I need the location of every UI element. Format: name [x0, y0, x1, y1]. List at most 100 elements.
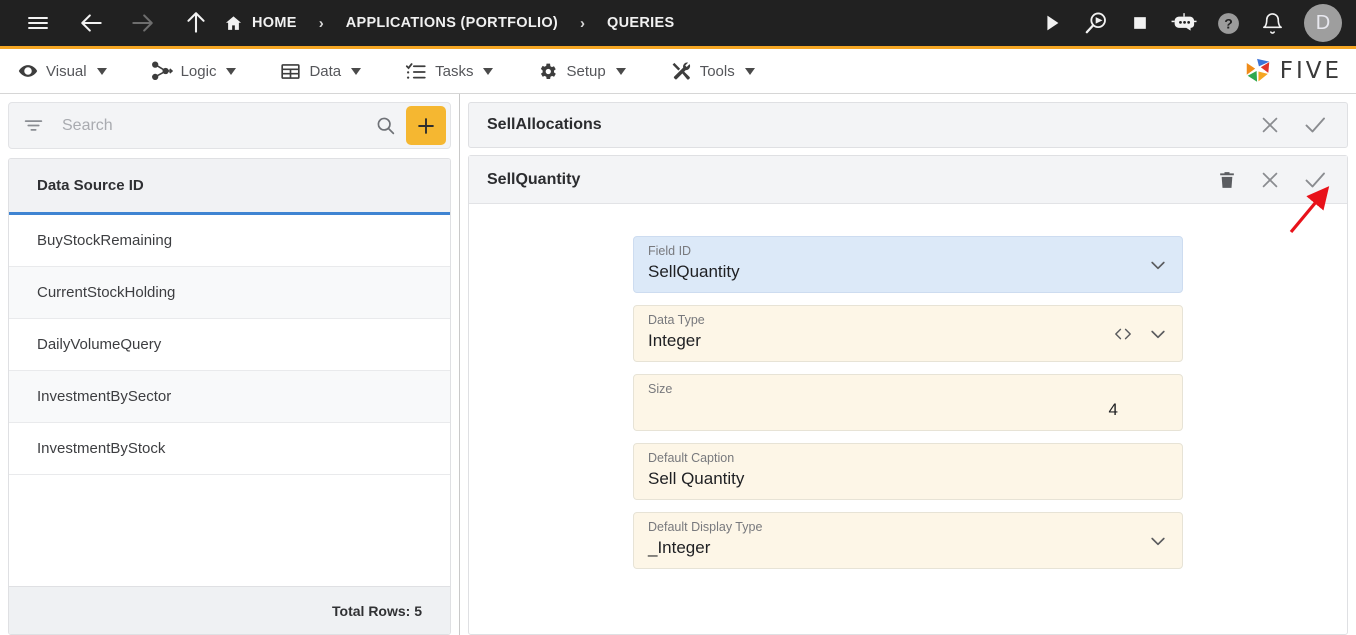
chevron-down-icon[interactable] — [1148, 255, 1168, 275]
filter-icon[interactable] — [23, 115, 44, 136]
default-caption-value: Sell Quantity — [648, 469, 745, 488]
size-label: Size — [648, 382, 673, 396]
menu-setup[interactable]: Setup — [537, 61, 647, 82]
tools-icon — [670, 61, 692, 82]
search-bar — [8, 102, 451, 149]
arrow-up-icon[interactable] — [176, 3, 216, 43]
node-graph-icon — [151, 61, 173, 81]
menu-logic-label: Logic — [180, 62, 217, 80]
breadcrumb-home[interactable]: HOME — [224, 14, 297, 33]
close-icon[interactable] — [1259, 169, 1281, 191]
size-value: 4 — [1108, 400, 1118, 419]
table-row[interactable]: InvestmentByStock — [9, 423, 450, 475]
menu-logic[interactable]: Logic — [151, 61, 259, 81]
menu-tools-label: Tools — [699, 62, 735, 80]
notifications-icon[interactable] — [1252, 3, 1292, 43]
sellallocations-title: SellAllocations — [487, 116, 602, 133]
data-source-list-panel: Data Source ID BuyStockRemaining Current… — [0, 94, 460, 635]
code-brackets-icon[interactable] — [1112, 325, 1134, 343]
default-display-type-adornments — [1148, 531, 1168, 551]
chevron-down-icon — [483, 67, 494, 75]
chevron-down-icon[interactable] — [1148, 324, 1168, 344]
data-type-label: Data Type — [648, 313, 705, 327]
svg-text:?: ? — [1224, 15, 1233, 31]
row-label: CurrentStockHolding — [37, 284, 176, 301]
size-input[interactable]: Size 4 — [633, 374, 1183, 431]
grid-footer: Total Rows: 5 — [9, 586, 450, 634]
data-type-input[interactable]: Data Type Integer — [633, 305, 1183, 362]
field-id-value: SellQuantity — [648, 262, 740, 281]
trash-icon[interactable] — [1217, 169, 1237, 191]
search-icon[interactable] — [365, 115, 406, 136]
table-row[interactable]: BuyStockRemaining — [9, 215, 450, 267]
search-input[interactable] — [44, 116, 365, 135]
menu-tasks-label: Tasks — [435, 62, 474, 80]
inner-confirm-check-icon[interactable] — [1303, 168, 1327, 192]
breadcrumb-separator: › — [318, 14, 324, 32]
menu-data-label: Data — [309, 62, 342, 80]
chevron-down-icon[interactable] — [1148, 531, 1168, 551]
menu-data[interactable]: Data — [280, 61, 383, 82]
main-content-area: Data Source ID BuyStockRemaining Current… — [0, 94, 1356, 635]
close-icon[interactable] — [1259, 114, 1281, 136]
detail-panel: SellAllocations SellQuantity Field ID Se… — [460, 94, 1356, 635]
arrow-left-icon[interactable] — [72, 3, 112, 43]
row-label: DailyVolumeQuery — [37, 336, 162, 353]
stop-icon[interactable] — [1120, 3, 1160, 43]
column-header-data-source-id: Data Source ID — [37, 177, 144, 194]
topbar-left-group: HOME › APPLICATIONS (PORTFOLIO) › QUERIE… — [18, 3, 674, 43]
menu-tools[interactable]: Tools — [670, 61, 777, 82]
add-record-button[interactable] — [406, 106, 446, 145]
chatbot-icon[interactable] — [1164, 3, 1204, 43]
breadcrumb-home-label: HOME — [252, 15, 297, 31]
table-icon — [280, 61, 301, 82]
sellallocations-header: SellAllocations — [468, 102, 1348, 148]
topbar-actions-group: ? D — [1032, 3, 1342, 43]
total-rows-label: Total Rows: 5 — [332, 602, 422, 619]
run-icon[interactable] — [1032, 3, 1072, 43]
field-id-adornments — [1148, 255, 1168, 275]
home-icon — [224, 14, 243, 33]
chevron-down-icon — [615, 67, 626, 75]
grid-header-row[interactable]: Data Source ID — [9, 159, 450, 215]
help-icon[interactable]: ? — [1208, 3, 1248, 43]
menu-visual[interactable]: Visual — [18, 61, 129, 81]
eye-icon — [18, 61, 38, 81]
field-id-label: Field ID — [648, 244, 692, 258]
avatar[interactable]: D — [1304, 4, 1342, 42]
field-form: Field ID SellQuantity Data Type Integer — [469, 204, 1347, 634]
default-display-type-label: Default Display Type — [648, 520, 763, 534]
data-type-value: Integer — [648, 331, 701, 350]
table-row[interactable]: InvestmentBySector — [9, 371, 450, 423]
default-display-type-input[interactable]: Default Display Type _Integer — [633, 512, 1183, 569]
hamburger-icon[interactable] — [18, 3, 58, 43]
checklist-icon — [405, 61, 427, 82]
sellquantity-card: SellQuantity Field ID SellQuantity Data … — [468, 155, 1348, 635]
breadcrumb-applications[interactable]: APPLICATIONS (PORTFOLIO) — [346, 15, 558, 31]
application-menu-bar: Visual Logic Data Tasks Setup Tools FIVE — [0, 46, 1356, 94]
data-type-adornments — [1112, 324, 1168, 344]
table-row[interactable]: DailyVolumeQuery — [9, 319, 450, 371]
breadcrumb-queries[interactable]: QUERIES — [607, 15, 674, 31]
sellquantity-header: SellQuantity — [469, 156, 1347, 204]
chevron-down-icon — [744, 67, 755, 75]
field-id-input[interactable]: Field ID SellQuantity — [633, 236, 1183, 293]
row-label: InvestmentBySector — [37, 388, 172, 405]
grid-rows-container: BuyStockRemaining CurrentStockHolding Da… — [9, 215, 450, 586]
sellallocations-actions — [1259, 113, 1327, 137]
menu-setup-label: Setup — [566, 62, 606, 80]
default-caption-input[interactable]: Default Caption Sell Quantity — [633, 443, 1183, 500]
check-icon[interactable] — [1303, 113, 1327, 137]
chevron-down-icon — [351, 67, 362, 75]
menu-tasks[interactable]: Tasks — [405, 61, 515, 82]
five-logo-text: FIVE — [1279, 58, 1342, 84]
row-label: InvestmentByStock — [37, 440, 166, 457]
arrow-right-icon[interactable] — [122, 3, 162, 43]
default-display-type-value: _Integer — [648, 538, 711, 557]
top-navigation-bar: HOME › APPLICATIONS (PORTFOLIO) › QUERIE… — [0, 0, 1356, 46]
five-logo: FIVE — [1243, 56, 1342, 86]
table-row[interactable]: CurrentStockHolding — [9, 267, 450, 319]
sellquantity-title: SellQuantity — [487, 170, 581, 188]
debug-icon[interactable] — [1076, 3, 1116, 43]
menu-visual-label: Visual — [46, 62, 87, 80]
